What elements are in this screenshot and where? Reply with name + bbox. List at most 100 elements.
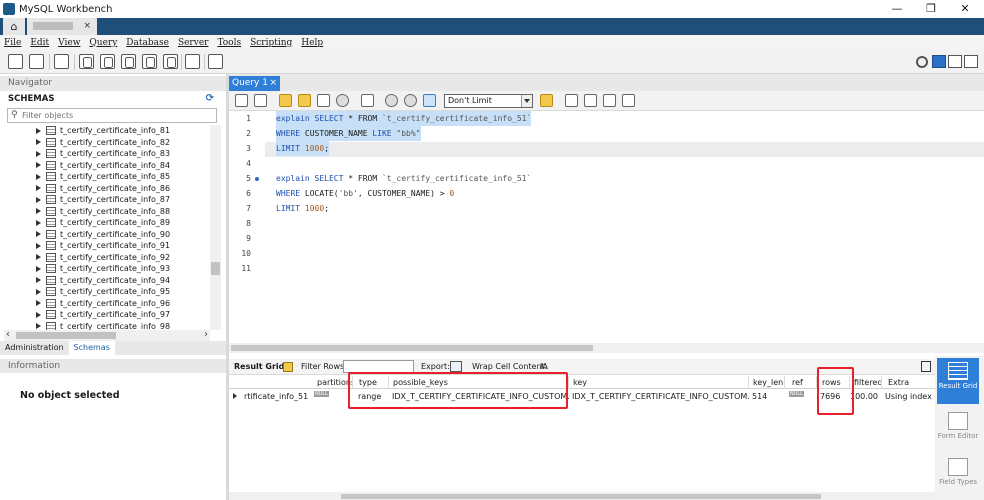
home-tab[interactable]: ⌂ xyxy=(3,18,25,35)
tree-item-table[interactable]: t_certify_certificate_info_90 xyxy=(36,229,170,241)
tree-item-table[interactable]: t_certify_certificate_info_97 xyxy=(36,309,170,321)
create-function-icon[interactable] xyxy=(163,54,178,69)
refresh-icon[interactable]: ⟳ xyxy=(206,94,214,104)
tree-item-table[interactable]: t_certify_certificate_info_89 xyxy=(36,217,170,229)
word-wrap-icon[interactable] xyxy=(622,94,635,107)
tree-item-table[interactable]: t_certify_certificate_info_86 xyxy=(36,183,170,195)
expand-arrow-icon[interactable] xyxy=(36,323,41,330)
tree-item-table[interactable]: t_certify_certificate_info_94 xyxy=(36,275,170,287)
search-table-data-icon[interactable] xyxy=(185,54,200,69)
stop-icon[interactable] xyxy=(336,94,349,107)
rollback-icon[interactable] xyxy=(404,94,417,107)
create-schema-icon[interactable] xyxy=(79,54,94,69)
toggle-output-icon[interactable] xyxy=(948,55,962,68)
form-editor-view-button[interactable]: Form Editor xyxy=(937,412,979,440)
explain-icon[interactable] xyxy=(317,94,330,107)
menu-database[interactable]: Database xyxy=(126,38,169,48)
column-header-ref[interactable]: ref xyxy=(785,376,817,389)
expand-arrow-icon[interactable] xyxy=(36,277,41,284)
expand-arrow-icon[interactable] xyxy=(36,300,41,307)
save-script-icon[interactable] xyxy=(254,94,267,107)
expand-arrow-icon[interactable] xyxy=(36,127,41,134)
expand-arrow-icon[interactable] xyxy=(36,219,41,226)
tab-administration[interactable]: Administration xyxy=(0,341,69,355)
tree-item-table[interactable]: t_certify_certificate_info_82 xyxy=(36,137,170,149)
tree-item-table[interactable]: t_certify_certificate_info_91 xyxy=(36,240,170,252)
menu-file[interactable]: File xyxy=(4,38,21,48)
expand-arrow-icon[interactable] xyxy=(36,311,41,318)
tree-item-table[interactable]: t_certify_certificate_info_83 xyxy=(36,148,170,160)
autocommit-toggle-icon[interactable] xyxy=(423,94,436,107)
tree-item-table[interactable]: t_certify_certificate_info_93 xyxy=(36,263,170,275)
close-query-tab-icon[interactable]: × xyxy=(269,76,277,90)
column-header-extra[interactable]: Extra xyxy=(882,376,935,389)
tab-schemas[interactable]: Schemas xyxy=(68,341,115,355)
column-header-partitions[interactable]: partitions xyxy=(313,376,353,389)
toggle-result-panel-icon[interactable] xyxy=(921,361,931,372)
invisible-chars-icon[interactable] xyxy=(603,94,616,107)
menu-help[interactable]: Help xyxy=(301,38,323,48)
cell-partitions[interactable]: NULL xyxy=(311,389,351,404)
scroll-right-icon[interactable]: › xyxy=(204,329,208,340)
filter-objects-input[interactable] xyxy=(22,110,212,121)
cell-table[interactable]: rtificate_info_51 xyxy=(241,389,313,404)
grid-icon[interactable] xyxy=(283,362,293,372)
execute-current-statement-icon[interactable] xyxy=(298,94,311,107)
cell-key-len[interactable]: 514 xyxy=(749,389,785,404)
expand-arrow-icon[interactable] xyxy=(36,185,41,192)
expand-arrow-icon[interactable] xyxy=(36,173,41,180)
sql-editor[interactable]: 1 2 3 4 5 6 7 8 9 10 11 explain SELECT *… xyxy=(229,111,984,343)
column-header-key[interactable]: key xyxy=(569,376,749,389)
cell-key[interactable]: IDX_T_CERTIFY_CERTIFICATE_INFO_CUSTOM... xyxy=(569,389,749,404)
find-replace-icon[interactable] xyxy=(584,94,597,107)
scroll-left-icon[interactable]: ‹ xyxy=(6,329,10,340)
toggle-secondary-sidebar-icon[interactable] xyxy=(964,55,978,68)
tree-item-table[interactable]: t_certify_certificate_info_88 xyxy=(36,206,170,218)
expand-arrow-icon[interactable] xyxy=(36,242,41,249)
expand-arrow-icon[interactable] xyxy=(36,254,41,261)
expand-arrow-icon[interactable] xyxy=(36,208,41,215)
tree-item-table[interactable]: t_certify_certificate_info_95 xyxy=(36,286,170,298)
column-header-key-len[interactable]: key_len xyxy=(749,376,785,389)
close-button[interactable]: ✕ xyxy=(948,0,982,18)
toggle-stop-on-error-icon[interactable] xyxy=(361,94,374,107)
expand-arrow-icon[interactable] xyxy=(36,139,41,146)
tree-item-table[interactable]: t_certify_certificate_info_92 xyxy=(36,252,170,264)
filter-objects-field[interactable]: ⚲ xyxy=(7,108,217,123)
create-table-icon[interactable] xyxy=(100,54,115,69)
tree-item-table[interactable]: t_certify_certificate_info_96 xyxy=(36,298,170,310)
editor-horizontal-scrollbar[interactable] xyxy=(229,343,984,353)
new-sql-tab-icon[interactable] xyxy=(8,54,23,69)
cell-ref[interactable]: NULL xyxy=(786,389,816,404)
inspector-icon[interactable] xyxy=(54,54,69,69)
limit-rows-select[interactable]: Don't Limit xyxy=(444,94,533,108)
schema-tree-vertical-scrollbar[interactable] xyxy=(210,125,221,330)
expand-arrow-icon[interactable] xyxy=(36,150,41,157)
tree-item-table[interactable]: t_certify_certificate_info_98 xyxy=(36,321,170,330)
expand-arrow-icon[interactable] xyxy=(36,196,41,203)
tree-item-table[interactable]: t_certify_certificate_info_84 xyxy=(36,160,170,172)
expand-arrow-icon[interactable] xyxy=(36,265,41,272)
tree-item-table[interactable]: t_certify_certificate_info_81 xyxy=(36,125,170,137)
export-icon[interactable] xyxy=(450,361,462,372)
beautify-icon[interactable] xyxy=(565,94,578,107)
result-horizontal-scrollbar[interactable] xyxy=(229,492,935,500)
menu-scripting[interactable]: Scripting xyxy=(250,38,292,48)
open-sql-file-icon[interactable] xyxy=(29,54,44,69)
execute-icon[interactable] xyxy=(279,94,292,107)
expand-arrow-icon[interactable] xyxy=(36,231,41,238)
menu-view[interactable]: View xyxy=(58,38,80,48)
commit-icon[interactable] xyxy=(385,94,398,107)
field-types-view-button[interactable]: Field Types xyxy=(937,458,979,486)
toggle-sidebar-icon[interactable] xyxy=(932,55,946,68)
maximize-button[interactable]: ❐ xyxy=(914,0,948,18)
menu-edit[interactable]: Edit xyxy=(30,38,49,48)
reconnect-icon[interactable] xyxy=(208,54,223,69)
create-view-icon[interactable] xyxy=(121,54,136,69)
menu-tools[interactable]: Tools xyxy=(217,38,241,48)
expand-arrow-icon[interactable] xyxy=(36,288,41,295)
minimize-button[interactable]: — xyxy=(880,0,914,18)
tab-query-1[interactable]: Query 1 × xyxy=(229,76,280,91)
cell-extra[interactable]: Using index condition xyxy=(882,389,935,404)
menu-server[interactable]: Server xyxy=(178,38,209,48)
